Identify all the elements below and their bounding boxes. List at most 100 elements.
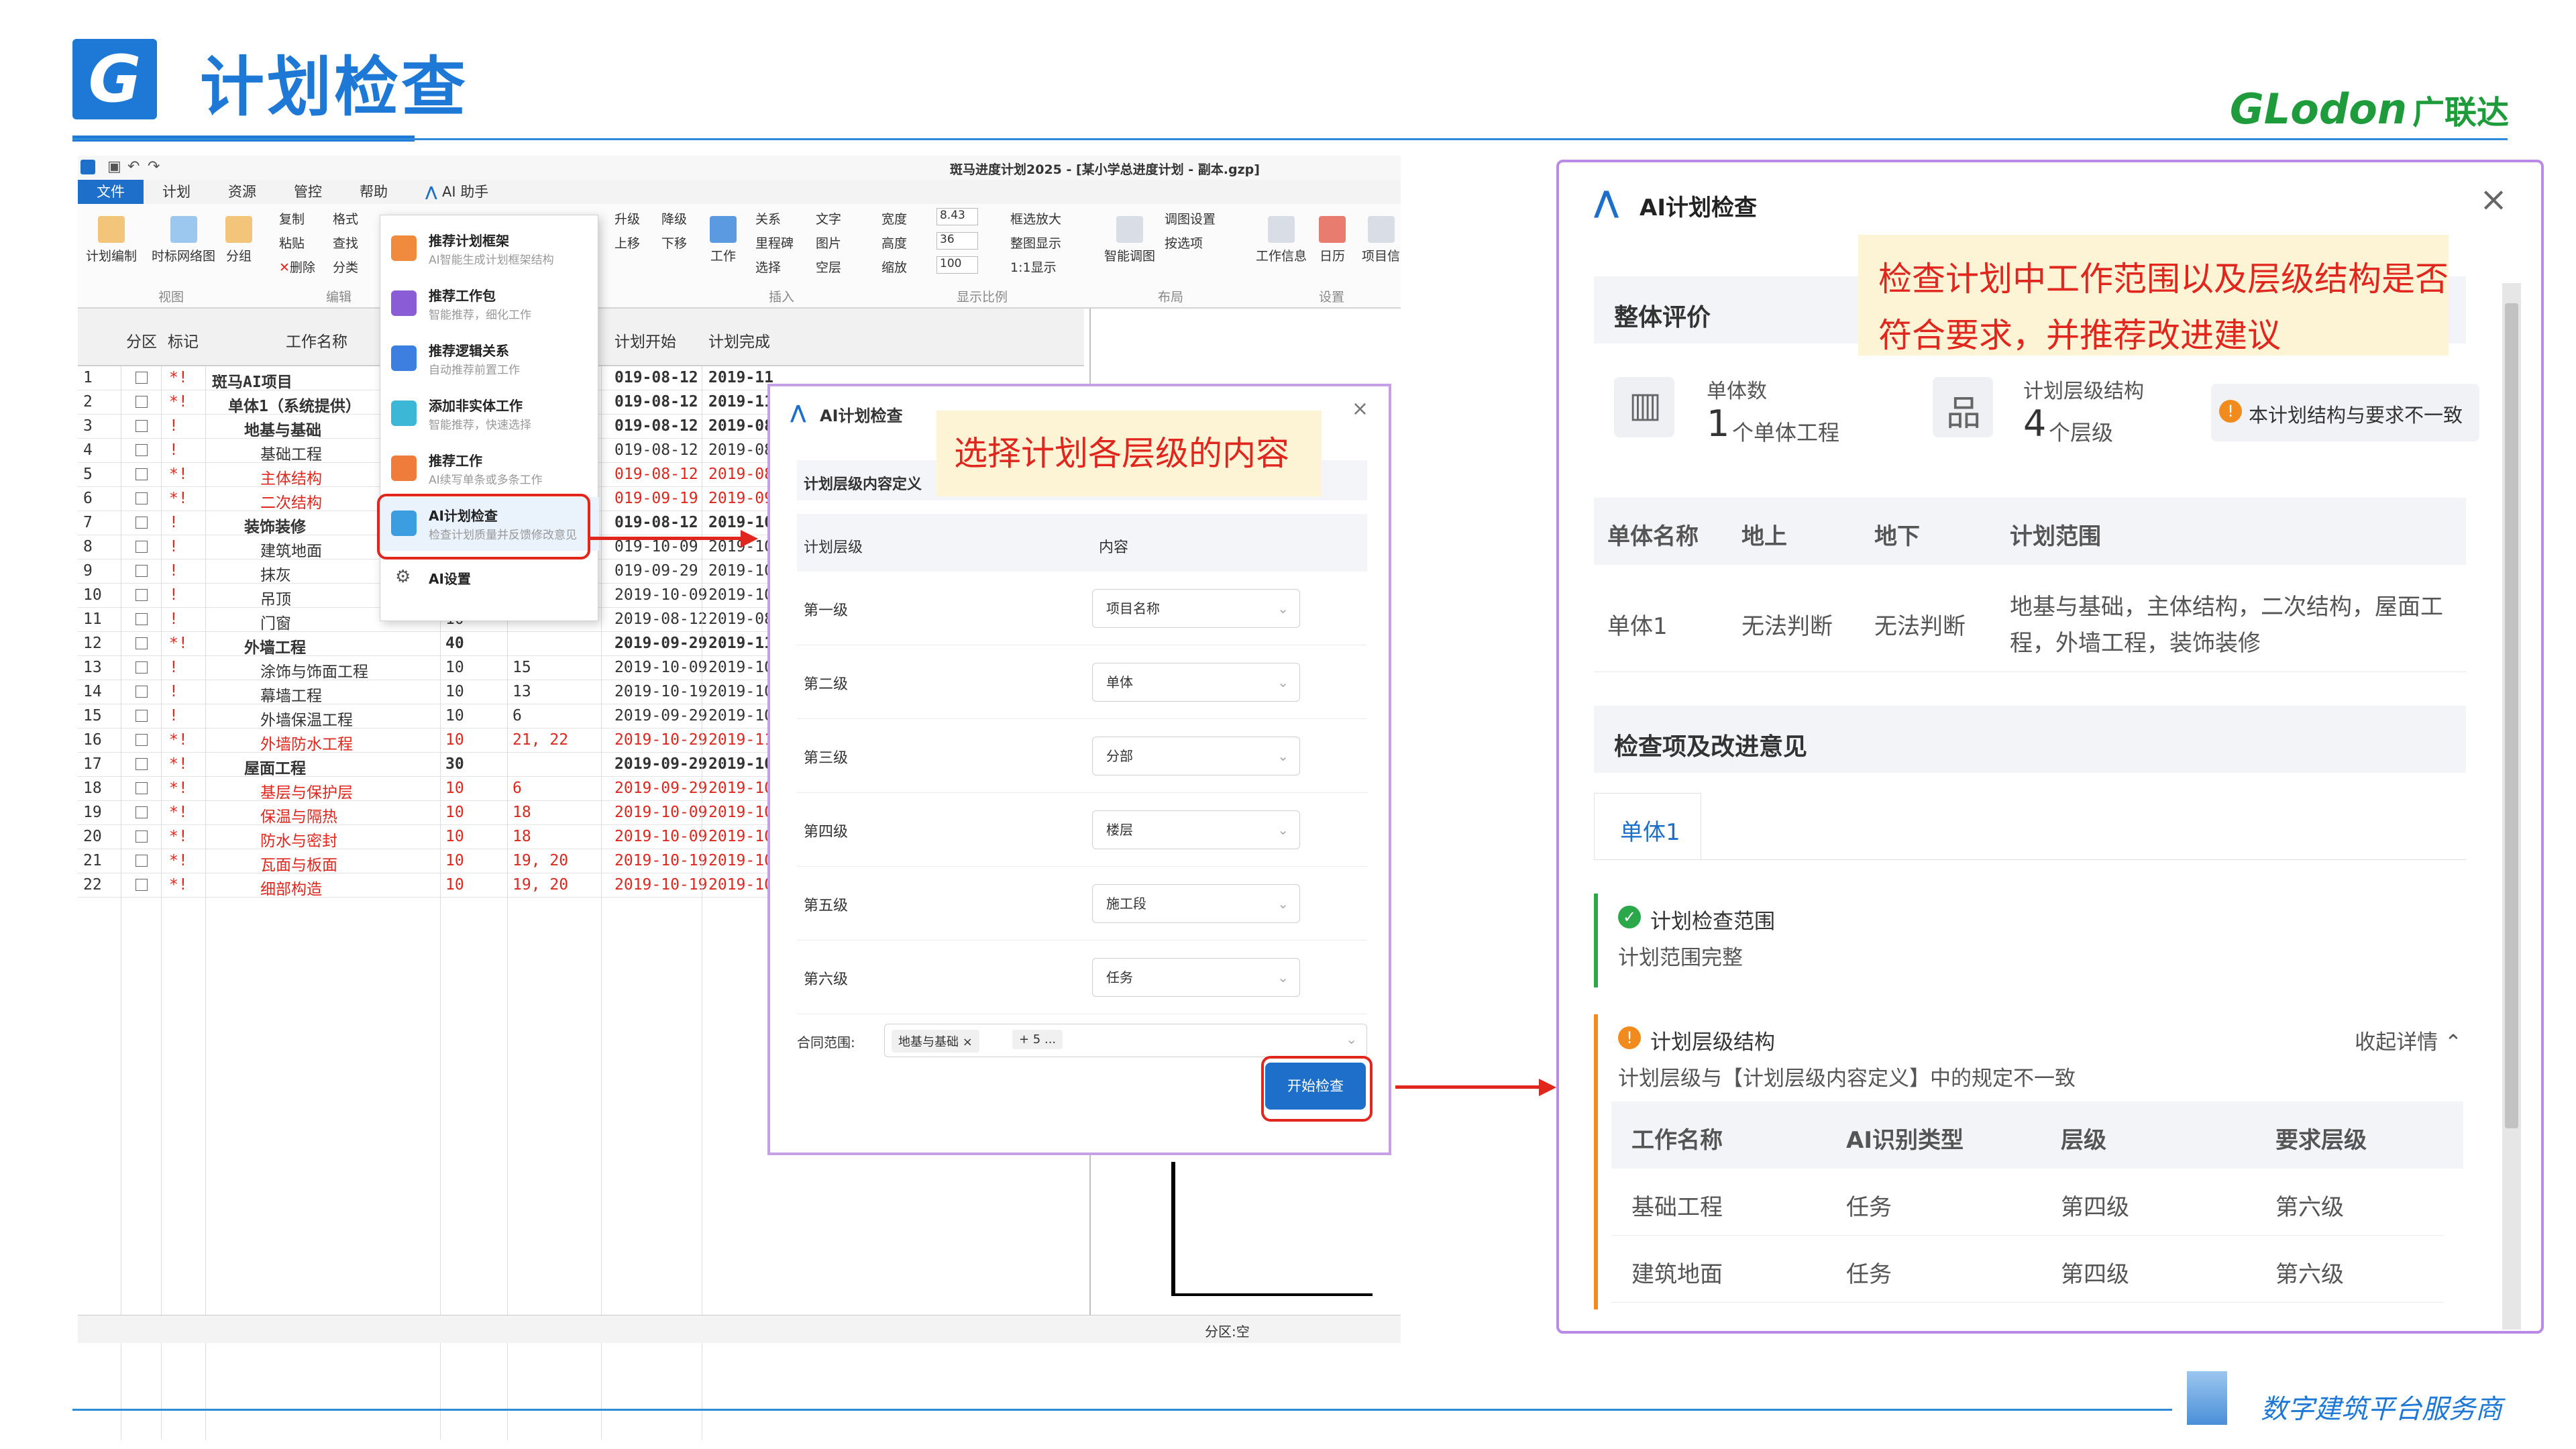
find-button[interactable]: 查找 [333,233,358,252]
menu-plan[interactable]: 计划 [144,180,209,204]
col-plan-start[interactable]: 计划开始 [614,329,676,352]
zoom-input[interactable]: 100 [936,256,978,274]
quick-access-bar: ▣ ↶ ↷ 斑马进度计划2025 - [某小学总进度计划 - 副本.gzp] [78,156,1401,180]
paste-button[interactable]: 粘贴 [279,233,305,252]
scope-more-tag[interactable]: + 5 ... [1012,1030,1063,1049]
ai-menu-item[interactable]: 推荐计划框架 AI智能生成计划框架结构 [380,222,599,276]
row-checkbox[interactable] [136,589,148,601]
project-info-button[interactable]: 项目信 [1362,216,1400,264]
milestone-button[interactable]: 里程碑 [755,233,794,252]
row-checkbox[interactable] [136,806,148,818]
move-down-button[interactable]: 下移 [661,233,687,252]
row-checkbox[interactable] [136,396,148,408]
relation-button[interactable]: 关系 [755,209,781,227]
row-checkbox[interactable] [136,565,148,577]
row-checkbox[interactable] [136,613,148,625]
menu-resource[interactable]: 资源 [209,180,275,204]
close-icon[interactable]: × [2479,180,2508,219]
level-content-select[interactable]: 任务 ⌄ [1092,958,1300,997]
by-option-button[interactable]: 按选项 [1165,233,1203,252]
full-display-button[interactable]: 整图显示 [1010,233,1061,252]
level-content-select[interactable]: 分部 ⌄ [1092,737,1300,775]
row-mark: *! [169,490,188,507]
smart-adjust-button[interactable]: 智能调图 [1104,216,1155,264]
level-content-select[interactable]: 施工段 ⌄ [1092,884,1300,923]
copy-button[interactable]: 复制 [279,209,305,227]
text-button[interactable]: 文字 [816,209,841,227]
menu-ai-assistant[interactable]: ⋀ AI 助手 [407,180,507,204]
row-checkbox[interactable] [136,686,148,698]
contract-scope-select[interactable]: 地基与基础 × + 5 ... ⌄ [884,1024,1367,1057]
menu-help[interactable]: 帮助 [341,180,407,204]
plan-edit-button[interactable]: 计划编制 [86,216,137,264]
redo-icon[interactable]: ↷ [148,158,160,175]
ai-menu-item[interactable]: 推荐逻辑关系 自动推荐前置工作 [380,332,599,386]
one-to-one-button[interactable]: 1:1显示 [1010,258,1057,276]
select-button[interactable]: 选择 [755,258,781,276]
level-content-select[interactable]: 楼层 ⌄ [1092,810,1300,849]
col-work-name[interactable]: 工作名称 [286,329,347,352]
ai-menu-item[interactable]: 添加非实体工作 智能推荐，快速选择 [380,387,599,441]
network-diagram-button[interactable]: 时标网络图 [152,216,215,264]
adjust-settings-button[interactable]: 调图设置 [1165,209,1216,227]
row-checkbox[interactable] [136,444,148,456]
fit-zoom-button[interactable]: 框选放大 [1010,209,1061,227]
format-button[interactable]: 格式 [333,209,358,227]
row-checkbox[interactable] [136,541,148,553]
col-mark[interactable]: 标记 [168,329,199,352]
close-icon[interactable]: × [1352,397,1368,421]
col-zone[interactable]: 分区 [126,329,157,352]
delete-button[interactable]: ✕删除 [279,258,315,276]
col-plan-end[interactable]: 计划完成 [708,329,770,352]
ai-feature-icon [391,455,417,481]
level-content-select[interactable]: 单体 ⌄ [1092,663,1300,702]
arrow-to-dialog [590,537,751,540]
row-checkbox[interactable] [136,517,148,529]
row-checkbox[interactable] [136,879,148,891]
image-button[interactable]: 图片 [816,233,841,252]
height-input[interactable]: 36 [936,232,978,250]
panel-scrollbar-thumb[interactable] [2505,303,2518,1128]
row-checkbox[interactable] [136,661,148,674]
group-button[interactable]: 分组 [225,216,252,264]
menu-file[interactable]: 文件 [78,180,144,204]
row-checkbox[interactable] [136,855,148,867]
row-checkbox[interactable] [136,710,148,722]
row-checkbox[interactable] [136,734,148,746]
row-checkbox[interactable] [136,372,148,384]
tab-level-definition[interactable]: 计划层级内容定义 [804,472,922,494]
width-input[interactable]: 8.43 [936,208,978,225]
downgrade-button[interactable]: 降级 [661,209,687,227]
row-checkbox[interactable] [136,637,148,649]
split-button[interactable]: 分类 [333,258,358,276]
tab-unit1[interactable]: 单体1 [1594,793,1701,860]
row-checkbox[interactable] [136,492,148,504]
plan-start: 019-09-29 [614,562,698,580]
save-icon[interactable]: ▣ [107,158,121,175]
row-checkbox[interactable] [136,468,148,480]
scope-tag[interactable]: 地基与基础 × [892,1030,979,1053]
menu-control[interactable]: 管控 [275,180,341,204]
calendar-button[interactable]: 日历 [1319,216,1346,264]
work-info-button[interactable]: 工作信息 [1256,216,1307,264]
start-check-button[interactable]: 开始检查 [1265,1063,1366,1110]
ai-menu-item[interactable]: 推荐工作 AI续写单条或多条工作 [380,442,599,496]
chevron-down-icon: ⌄ [1277,748,1289,764]
row-checkbox[interactable] [136,830,148,843]
ai-menu-item[interactable]: 推荐工作包 智能推荐，细化工作 [380,277,599,331]
ai-logo-icon: ⋀ [790,401,806,423]
move-up-button[interactable]: 上移 [614,233,640,252]
work-button[interactable]: 工作 [710,216,737,264]
level-content-select[interactable]: 项目名称 ⌄ [1092,589,1300,628]
app-icon[interactable] [80,160,95,174]
upgrade-button[interactable]: 升级 [614,209,640,227]
blank-layer-button[interactable]: 空层 [816,258,841,276]
row-checkbox[interactable] [136,782,148,794]
plan-start: 2019-09-29 [614,635,708,652]
undo-icon[interactable]: ↶ [127,158,140,175]
row-checkbox[interactable] [136,758,148,770]
collapse-details-button[interactable]: 收起详情 ⌃ [2355,1025,2462,1055]
ribbon: 计划编制 时标网络图 分组 视图 复制 格式 粘贴 查找 ✕删除 分类 编辑 升… [78,204,1401,309]
panel-scrollbar[interactable] [2502,283,2521,1330]
row-checkbox[interactable] [136,420,148,432]
